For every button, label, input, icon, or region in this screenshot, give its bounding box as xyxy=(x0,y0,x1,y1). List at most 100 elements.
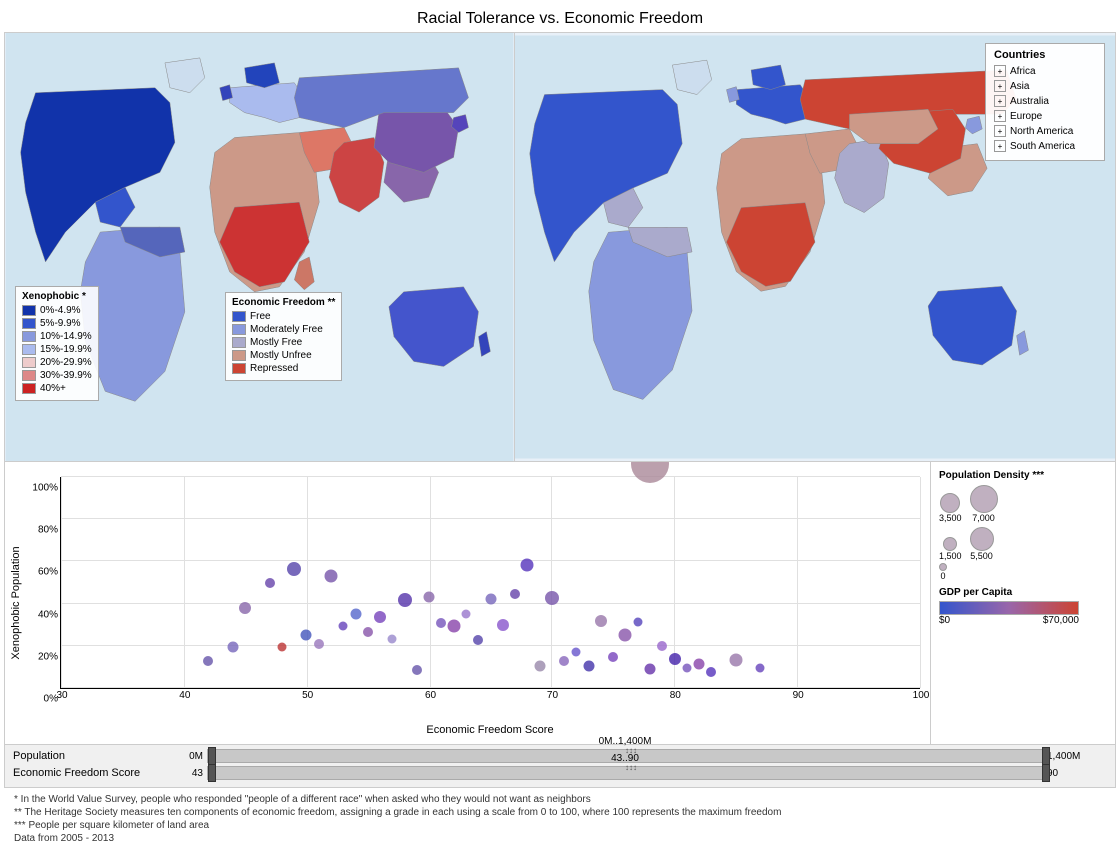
scatter-dot[interactable] xyxy=(583,661,594,672)
scatter-dot[interactable] xyxy=(521,559,534,572)
country-checkbox-australia[interactable]: + xyxy=(994,95,1006,107)
country-checkbox-north-america[interactable]: + xyxy=(994,125,1006,137)
y-tick: 40% xyxy=(38,609,61,620)
economic-freedom-right-handle[interactable] xyxy=(1042,764,1050,782)
countries-item[interactable]: + South America xyxy=(994,140,1096,152)
scatter-dot[interactable] xyxy=(669,653,681,665)
country-label: Australia xyxy=(1010,96,1049,107)
countries-legend: Countries + Africa + Asia + Australia + … xyxy=(985,43,1105,161)
y-tick: 100% xyxy=(32,483,61,494)
scatter-dot[interactable] xyxy=(314,639,324,649)
scatter-dot[interactable] xyxy=(339,622,348,631)
economic-freedom-left-handle[interactable] xyxy=(208,764,216,782)
scatter-dot[interactable] xyxy=(619,628,632,641)
scatter-dot[interactable] xyxy=(534,661,545,672)
scatter-dot[interactable] xyxy=(398,593,412,607)
scatter-dot[interactable] xyxy=(239,602,251,614)
x-tick: 30 xyxy=(56,688,67,701)
legend-item: Mostly Free xyxy=(232,337,335,348)
scatter-dot[interactable] xyxy=(227,642,238,653)
y-tick: 60% xyxy=(38,567,61,578)
legend-item: 20%-29.9% xyxy=(22,357,92,368)
pop-density-label: 0 xyxy=(940,571,945,581)
scatter-dot[interactable] xyxy=(436,618,446,628)
countries-item[interactable]: + Asia xyxy=(994,80,1096,92)
scatter-dot[interactable] xyxy=(756,664,765,673)
scatter-dot[interactable] xyxy=(350,608,361,619)
economic-freedom-slider-track[interactable]: 43..90 ↕↕↕ xyxy=(207,766,1043,780)
countries-item[interactable]: + North America xyxy=(994,125,1096,137)
scatter-dot[interactable] xyxy=(203,656,213,666)
footnote-2: ** The Heritage Society measures ten com… xyxy=(14,807,1106,818)
scatter-dot[interactable] xyxy=(706,667,716,677)
scatter-dot[interactable] xyxy=(682,664,691,673)
xenophobic-legend-title: Xenophobic * xyxy=(22,291,92,302)
scatter-plot-area: Xenophobic Population 0% 20% 40% 60% 80%… xyxy=(5,462,930,744)
x-tick: 100 xyxy=(913,688,930,701)
countries-item[interactable]: + Australia xyxy=(994,95,1096,107)
y-tick: 20% xyxy=(38,651,61,662)
legend-item: 40%+ xyxy=(22,383,92,394)
countries-item[interactable]: + Europe xyxy=(994,110,1096,122)
population-right-handle[interactable] xyxy=(1042,747,1050,765)
y-axis-label: Xenophobic Population xyxy=(10,546,22,659)
scatter-dot[interactable] xyxy=(729,654,742,667)
x-tick: 50 xyxy=(302,688,313,701)
legend-item: 15%-19.9% xyxy=(22,344,92,355)
map-xenophobic: Xenophobic * 0%-4.9% 5%-9.9% 10%-14.9% 1… xyxy=(5,33,515,461)
scatter-dot[interactable] xyxy=(324,569,337,582)
population-max: 1,400M xyxy=(1047,751,1107,762)
scatter-dot[interactable] xyxy=(510,589,520,599)
country-checkbox-asia[interactable]: + xyxy=(994,80,1006,92)
country-checkbox-africa[interactable]: + xyxy=(994,65,1006,77)
scatter-dot[interactable] xyxy=(497,619,509,631)
gdp-min-label: $0 xyxy=(939,615,950,626)
scatter-dot[interactable] xyxy=(631,462,669,483)
countries-item[interactable]: + Africa xyxy=(994,65,1096,77)
legend-item: Moderately Free xyxy=(232,324,335,335)
country-label: Africa xyxy=(1010,66,1036,77)
scatter-dot[interactable] xyxy=(287,562,301,576)
economic-freedom-slider-label: Economic Freedom Score xyxy=(13,767,143,779)
scatter-dot[interactable] xyxy=(608,652,618,662)
scatter-dot[interactable] xyxy=(447,620,460,633)
gdp-gradient-bar xyxy=(939,601,1079,615)
scatter-dot[interactable] xyxy=(265,578,275,588)
scatter-dot[interactable] xyxy=(363,627,373,637)
scatter-dot[interactable] xyxy=(424,591,435,602)
country-checkbox-south-america[interactable]: + xyxy=(994,140,1006,152)
pop-density-label: 3,500 xyxy=(939,513,962,523)
scatter-legend: Population Density *** 3,500 7,000 1,500 xyxy=(930,462,1115,744)
x-tick: 60 xyxy=(425,688,436,701)
scatter-dot[interactable] xyxy=(559,656,569,666)
xenophobic-legend: Xenophobic * 0%-4.9% 5%-9.9% 10%-14.9% 1… xyxy=(15,286,99,401)
scatter-dot[interactable] xyxy=(412,665,422,675)
population-slider-label: Population xyxy=(13,750,143,762)
gdp-max-label: $70,000 xyxy=(1043,615,1079,626)
scatter-dot[interactable] xyxy=(595,615,607,627)
scatter-dot[interactable] xyxy=(374,611,386,623)
population-left-handle[interactable] xyxy=(208,747,216,765)
footnote-3: *** People per square kilometer of land … xyxy=(14,820,1106,831)
scatter-dot[interactable] xyxy=(645,663,656,674)
scatter-dot[interactable] xyxy=(633,618,642,627)
x-tick: 90 xyxy=(793,688,804,701)
scatter-dot[interactable] xyxy=(388,634,397,643)
scatter-dot[interactable] xyxy=(277,643,286,652)
scatter-dot[interactable] xyxy=(473,635,483,645)
scatter-dot[interactable] xyxy=(545,591,559,605)
country-label: Europe xyxy=(1010,111,1042,122)
x-tick: 70 xyxy=(547,688,558,701)
scatter-dot[interactable] xyxy=(657,641,667,651)
country-checkbox-europe[interactable]: + xyxy=(994,110,1006,122)
scatter-dot[interactable] xyxy=(572,647,581,656)
legend-item: Repressed xyxy=(232,363,335,374)
scatter-dot[interactable] xyxy=(694,659,705,670)
pop-density-title: Population Density *** xyxy=(939,470,1107,481)
economic-freedom-max: 90 xyxy=(1047,768,1107,779)
scatter-dot[interactable] xyxy=(461,609,470,618)
gdp-per-capita-legend: GDP per Capita $0 $70,000 xyxy=(939,587,1107,626)
scatter-dot[interactable] xyxy=(485,593,496,604)
scatter-dot[interactable] xyxy=(301,629,312,640)
gdp-legend-title: GDP per Capita xyxy=(939,587,1107,598)
